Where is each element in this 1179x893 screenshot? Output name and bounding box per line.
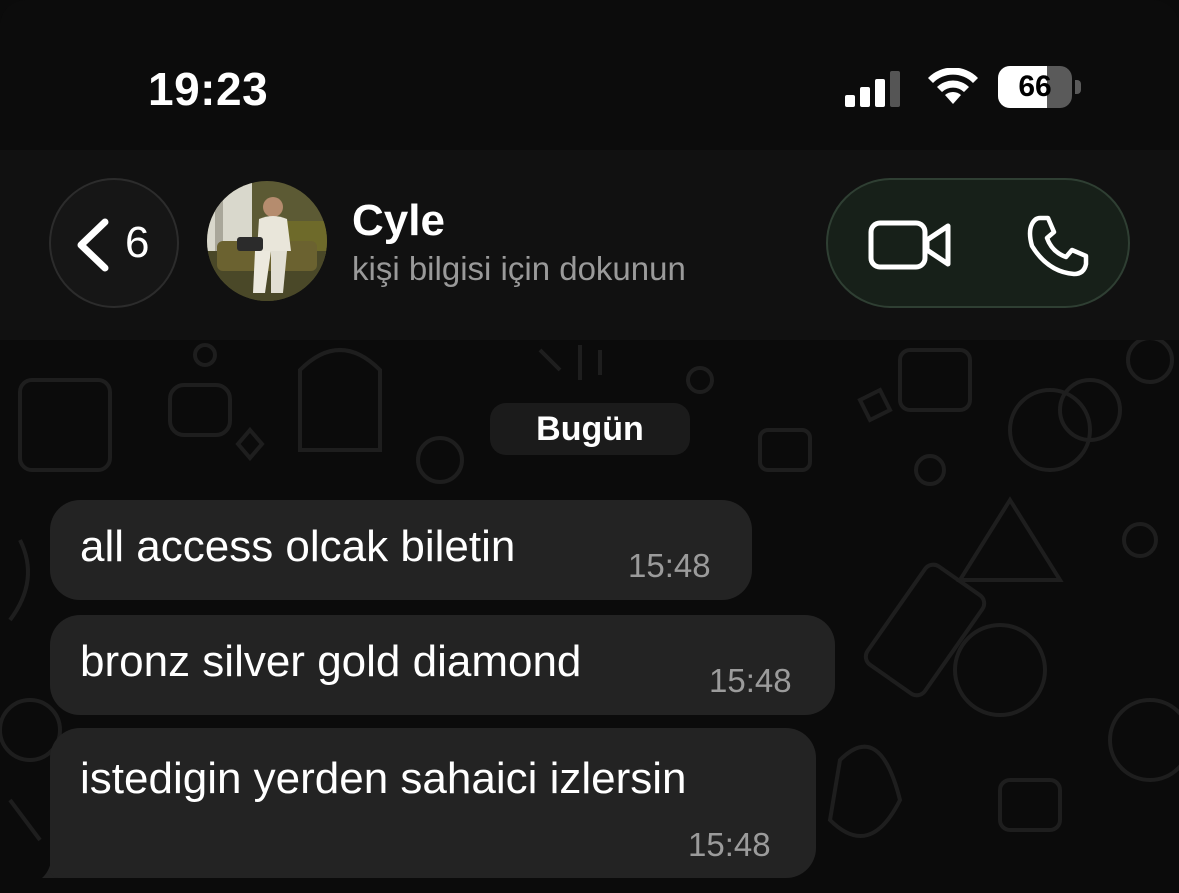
- message-text: bronz silver gold diamond: [80, 637, 582, 686]
- call-buttons: [826, 178, 1130, 308]
- message-bubble[interactable]: bronz silver gold diamond 15:48: [50, 615, 835, 715]
- message-time: 15:48: [628, 547, 711, 584]
- back-button[interactable]: 6: [49, 178, 179, 308]
- message-text: istedigin yerden sahaici izlersin: [80, 754, 687, 803]
- video-camera-icon[interactable]: [868, 218, 952, 272]
- message-time: 15:48: [709, 662, 792, 699]
- phone-icon[interactable]: [1026, 214, 1090, 278]
- chat-area[interactable]: Bugün all access olcak biletin 15:48 bro…: [0, 340, 1179, 893]
- chat-screen: 19:23 66 6 Cyle kişi bilgisi için dokunu…: [0, 0, 1179, 893]
- contact-subtitle[interactable]: kişi bilgisi için dokunun: [352, 250, 686, 288]
- chevron-left-icon: [77, 218, 109, 272]
- wifi-icon: [928, 68, 978, 104]
- message-bubble[interactable]: istedigin yerden sahaici izlersin 15:48: [50, 728, 816, 878]
- status-time: 19:23: [148, 63, 269, 115]
- message-bubble[interactable]: all access olcak biletin 15:48: [50, 500, 752, 600]
- avatar[interactable]: [207, 181, 327, 301]
- signal-icon: [845, 71, 900, 107]
- battery-percentage: 66: [1018, 70, 1052, 103]
- unread-count: 6: [125, 218, 150, 267]
- message-time: 15:48: [688, 826, 771, 863]
- message-text: all access olcak biletin: [80, 522, 516, 571]
- battery-icon: 66: [998, 66, 1082, 108]
- contact-name[interactable]: Cyle: [352, 196, 445, 246]
- date-separator: Bugün: [490, 403, 690, 455]
